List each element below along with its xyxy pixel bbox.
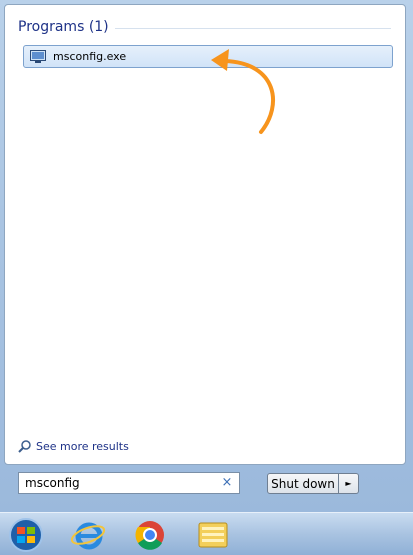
arrow-right-icon[interactable]: ► — [339, 473, 359, 494]
file-explorer-icon[interactable] — [193, 517, 233, 553]
system-config-icon — [30, 49, 46, 63]
search-input[interactable] — [19, 474, 219, 492]
chrome-icon[interactable] — [130, 517, 170, 553]
search-field[interactable]: × — [18, 472, 240, 494]
shutdown-group: Shut down ► — [267, 473, 359, 494]
internet-explorer-icon[interactable] — [68, 517, 108, 553]
search-icon — [18, 440, 31, 453]
section-divider — [115, 28, 391, 29]
search-results-panel: Programs (1) msconfig.exe See more resul… — [4, 4, 406, 465]
programs-section-title: Programs (1) — [18, 19, 109, 35]
shutdown-button[interactable]: Shut down — [267, 473, 339, 494]
annotation-arrow-icon — [211, 49, 275, 134]
program-label: msconfig.exe — [53, 50, 127, 63]
see-more-results-link[interactable]: See more results — [18, 439, 129, 453]
taskbar — [0, 512, 413, 555]
start-menu: Programs (1) msconfig.exe See more resul… — [0, 0, 413, 512]
clear-icon[interactable]: × — [219, 474, 235, 492]
start-orb-icon[interactable] — [6, 517, 46, 553]
see-more-label: See more results — [36, 439, 129, 453]
